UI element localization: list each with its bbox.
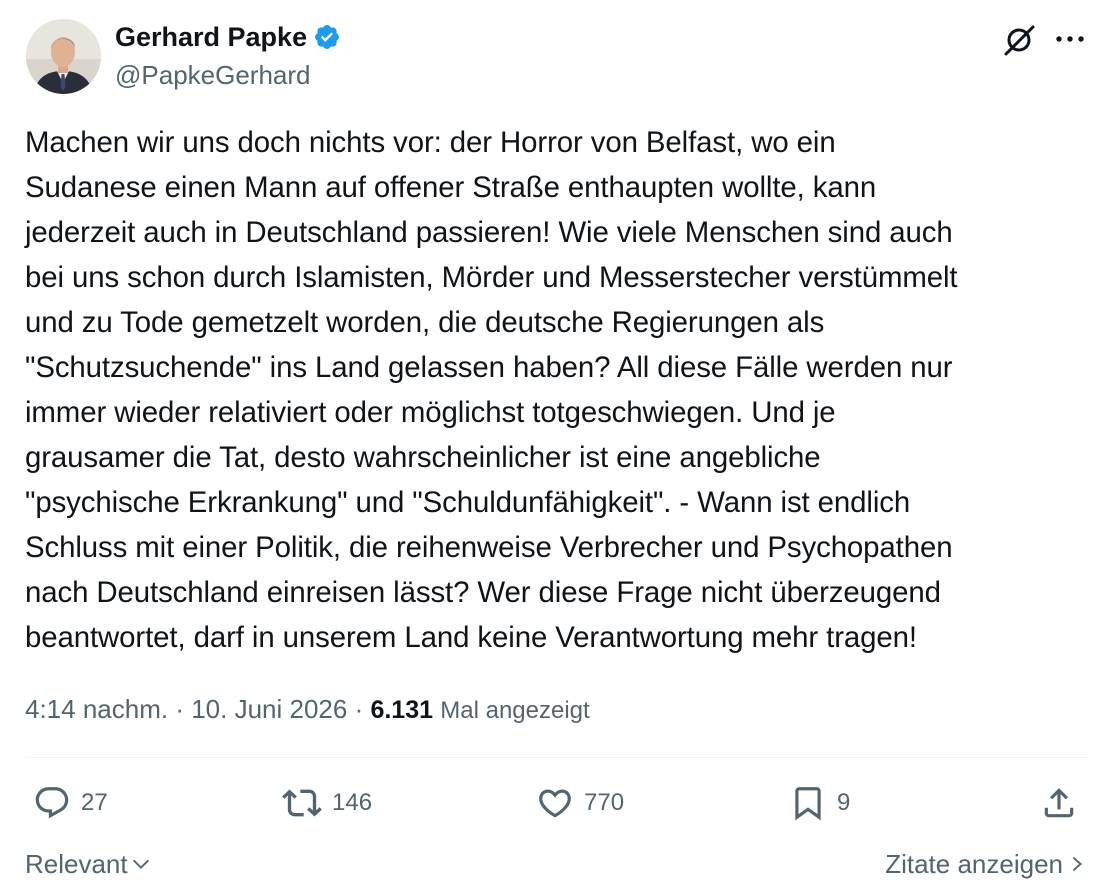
divider [25, 757, 1088, 758]
grok-icon[interactable] [999, 20, 1039, 60]
reply-count: 27 [81, 789, 108, 816]
share-button[interactable] [1040, 780, 1078, 826]
meta-separator: · [347, 694, 371, 724]
heart-icon [539, 789, 571, 818]
repost-icon [282, 789, 322, 817]
tweet-text: Machen wir uns doch nichts vor: der Horr… [25, 126, 958, 654]
view-quotes-link[interactable]: Zitate anzeigen [885, 846, 1085, 882]
bookmark-button[interactable]: 9 [789, 780, 850, 826]
repost-count: 146 [332, 789, 373, 816]
reply-icon [35, 787, 69, 819]
like-button[interactable]: 770 [536, 780, 624, 826]
reply-button[interactable]: 27 [33, 780, 108, 826]
meta-separator: · [168, 694, 192, 724]
bookmark-icon [795, 787, 821, 821]
avatar[interactable] [26, 19, 101, 94]
author-handle[interactable]: @PapkeGerhard [115, 58, 311, 92]
tweet-meta: 4:14 nachm. · 10. Juni 2026 · 6.131 Mal … [25, 690, 590, 730]
bookmark-count: 9 [837, 789, 851, 816]
chevron-down-icon [132, 859, 149, 869]
sort-label: Relevant [25, 849, 128, 879]
sort-replies-dropdown[interactable]: Relevant [25, 846, 152, 882]
views-label: Mal angezeigt [440, 697, 590, 724]
tweet-time[interactable]: 4:14 nachm. [25, 694, 168, 724]
tweet-date[interactable]: 10. Juni 2026 [191, 694, 347, 724]
views-count: 6.131 [370, 696, 434, 724]
repost-button[interactable]: 146 [282, 780, 372, 826]
more-options-icon[interactable] [1049, 20, 1091, 58]
verified-badge-icon[interactable] [313, 23, 341, 51]
share-icon [1044, 788, 1074, 818]
quotes-label: Zitate anzeigen [885, 849, 1063, 879]
author-display-name[interactable]: Gerhard Papke [115, 20, 307, 54]
chevron-right-icon [1072, 856, 1083, 872]
like-count: 770 [584, 789, 625, 816]
